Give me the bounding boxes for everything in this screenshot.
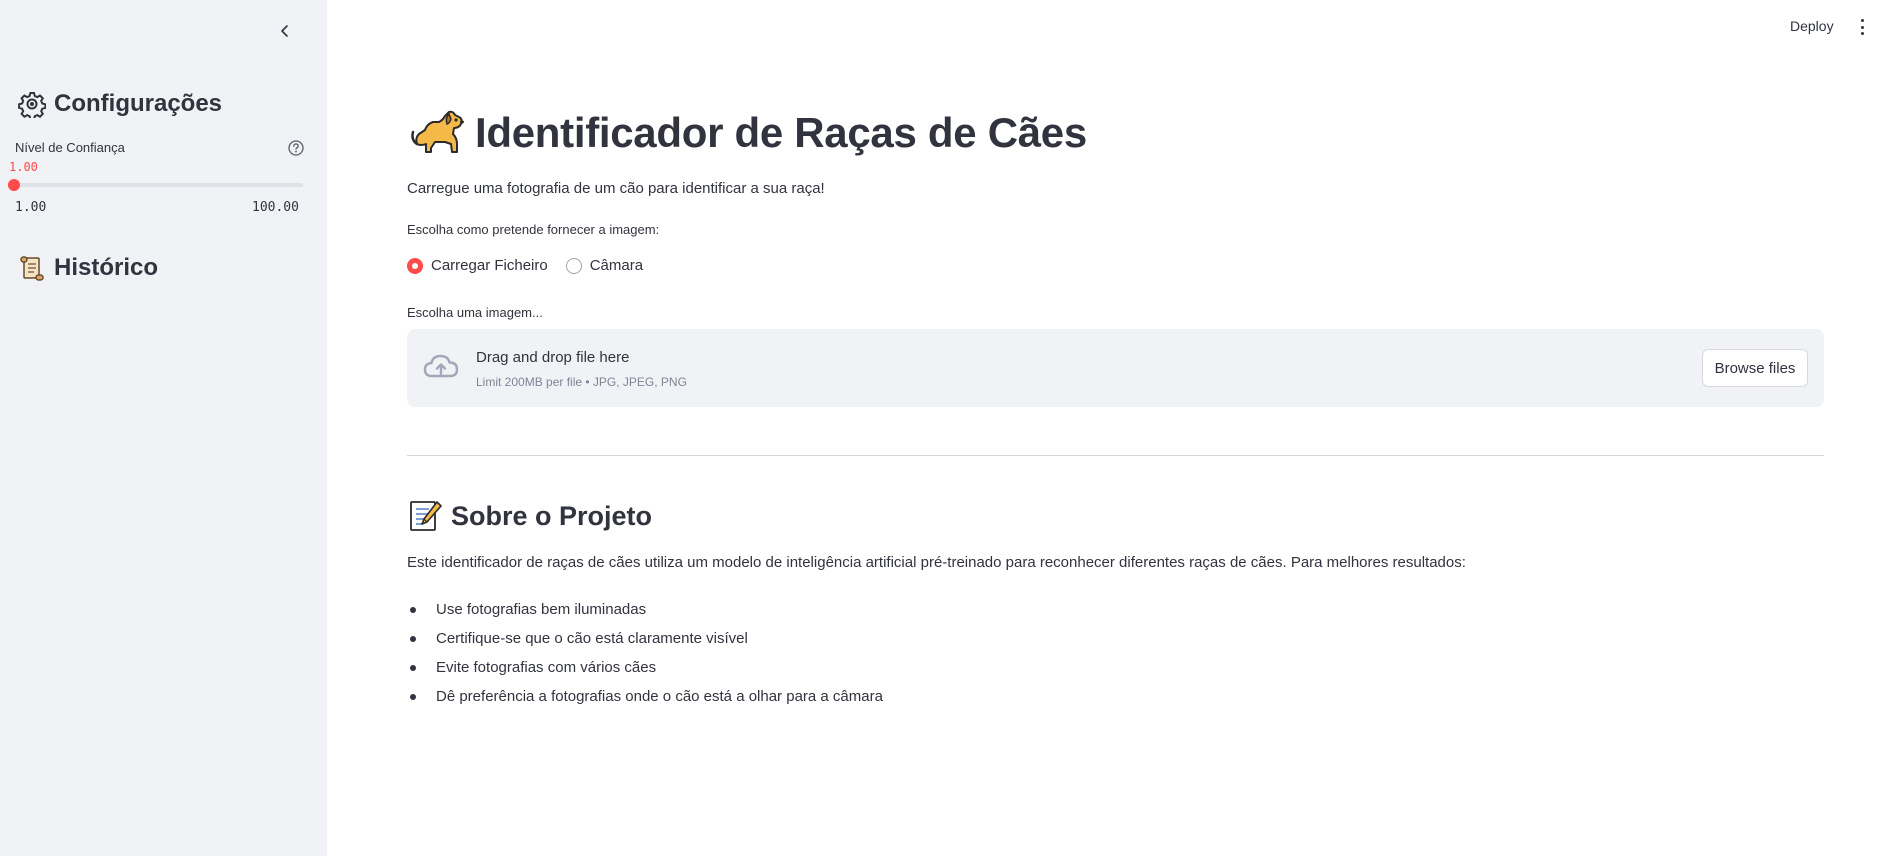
- tips-list: Use fotografias bem iluminadas Certifiqu…: [407, 595, 883, 711]
- input-method-radio-group: Carregar Ficheiro Câmara: [407, 257, 661, 274]
- browse-files-button[interactable]: Browse files: [1702, 349, 1808, 387]
- tip-text: Evite fotografias com vários cães: [436, 659, 657, 676]
- radio-unselected-indicator: [565, 257, 582, 274]
- sidebar: Configurações Nível de Confiança 1.00 1.…: [0, 0, 327, 856]
- memo-emoji: [410, 501, 442, 531]
- dropzone-title: Drag and drop file here: [476, 349, 630, 366]
- radio-selected-indicator: [407, 257, 423, 274]
- bullet-icon: [410, 693, 416, 700]
- list-item: Certifique-se que o cão está claramente …: [407, 624, 883, 653]
- collapse-sidebar-button[interactable]: [274, 20, 296, 42]
- input-method-label: Escolha como pretende fornecer a imagem:: [407, 222, 660, 237]
- radio-upload-file[interactable]: Carregar Ficheiro: [407, 257, 548, 274]
- confidence-slider-track[interactable]: [14, 183, 303, 187]
- section-divider: [407, 455, 1824, 456]
- confidence-slider-thumb[interactable]: [8, 179, 20, 191]
- about-description: Este identificador de raças de cães util…: [407, 554, 1466, 571]
- bullet-icon: [410, 606, 416, 613]
- bullet-icon: [410, 664, 416, 671]
- page-title: Identificador de Raças de Cães: [409, 108, 1087, 158]
- cloud-upload-icon: [423, 354, 459, 378]
- about-heading: Sobre o Projeto: [407, 498, 652, 534]
- radio-camera-label: Câmara: [589, 257, 644, 274]
- about-title: Sobre o Projeto: [451, 500, 653, 531]
- page-title-text: Identificador de Raças de Cães: [475, 109, 1087, 156]
- radio-upload-file-label: Carregar Ficheiro: [431, 257, 548, 274]
- list-item: Dê preferência a fotografias onde o cão …: [407, 682, 883, 711]
- dog-emoji: [411, 110, 464, 153]
- help-icon[interactable]: [287, 139, 305, 157]
- scroll-icon: [18, 254, 46, 282]
- tip-text: Certifique-se que o cão está claramente …: [436, 630, 748, 647]
- slider-max-value: 100.00: [252, 200, 299, 215]
- settings-title: Configurações: [54, 90, 223, 117]
- slider-current-value: 1.00: [9, 160, 38, 174]
- history-heading: Histórico: [18, 254, 158, 282]
- list-item: Evite fotografias com vários cães: [407, 653, 883, 682]
- dropzone-limit-text: Limit 200MB per file • JPG, JPEG, PNG: [476, 375, 687, 389]
- radio-camera[interactable]: Câmara: [565, 257, 644, 274]
- settings-heading: Configurações: [18, 90, 222, 118]
- uploader-label: Escolha uma imagem...: [407, 305, 543, 320]
- file-dropzone[interactable]: Drag and drop file here Limit 200MB per …: [407, 329, 1824, 407]
- bullet-icon: [410, 635, 416, 642]
- tip-text: Dê preferência a fotografias onde o cão …: [436, 688, 883, 705]
- confidence-slider-label: Nível de Confiança: [15, 140, 125, 155]
- tip-text: Use fotografias bem iluminadas: [436, 601, 647, 618]
- deploy-button[interactable]: Deploy: [1790, 18, 1834, 34]
- slider-min-value: 1.00: [15, 200, 47, 215]
- chevron-left-icon: [281, 25, 288, 37]
- list-item: Use fotografias bem iluminadas: [407, 595, 883, 624]
- gear-icon: [18, 90, 46, 118]
- page-subtitle: Carregue uma fotografia de um cão para i…: [407, 180, 825, 197]
- more-menu-icon[interactable]: [1858, 17, 1866, 37]
- history-title: Histórico: [54, 254, 159, 281]
